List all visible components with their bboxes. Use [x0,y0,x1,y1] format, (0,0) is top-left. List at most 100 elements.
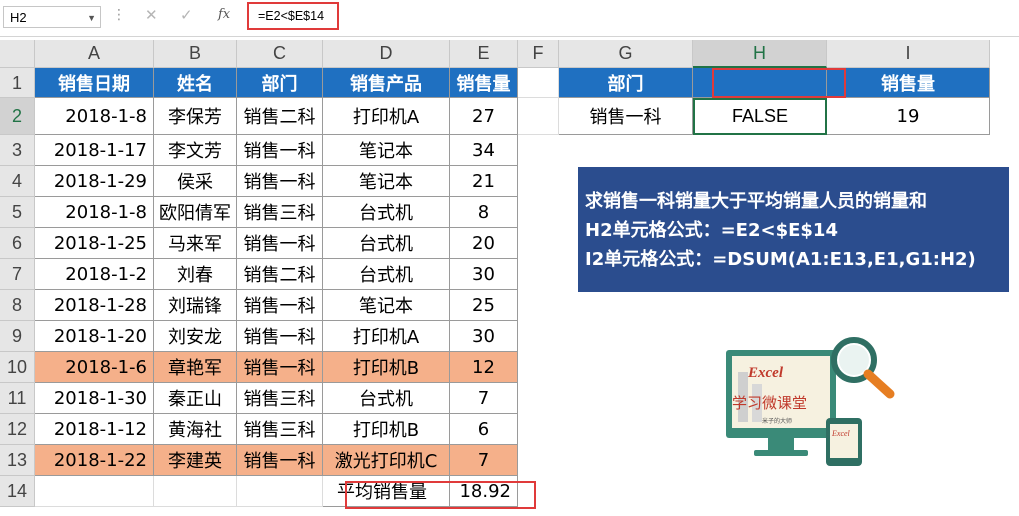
table-cell[interactable]: 销售二科 [237,98,323,135]
table-cell[interactable]: 7 [450,383,518,414]
table-cell[interactable]: 打印机B [323,414,450,445]
table-cell[interactable]: 销售一科 [237,290,323,321]
column-header-h[interactable]: H [693,40,827,68]
column-header-a[interactable]: A [35,40,154,68]
table-cell[interactable]: 销售一科 [237,352,323,383]
table-cell[interactable]: 6 [450,414,518,445]
table-cell[interactable]: 台式机 [323,259,450,290]
row-header-9[interactable]: 9 [0,321,35,352]
select-all-corner[interactable] [0,40,35,68]
table-cell[interactable]: 2018-1-8 [35,197,154,228]
criteria-value-cell[interactable]: 销售一科 [559,98,693,135]
table-cell[interactable]: 笔记本 [323,166,450,197]
column-header-g[interactable]: G [559,40,693,68]
table-cell[interactable]: 侯采 [154,166,237,197]
table-cell[interactable]: 销售三科 [237,414,323,445]
table-cell[interactable]: 2018-1-25 [35,228,154,259]
row-header-11[interactable]: 11 [0,383,35,414]
table-cell[interactable]: 34 [450,135,518,166]
table-cell[interactable]: 2018-1-22 [35,445,154,476]
table-cell[interactable]: 2018-1-2 [35,259,154,290]
table-cell[interactable]: 30 [450,259,518,290]
row-header-8[interactable]: 8 [0,290,35,321]
table-cell[interactable]: 8 [450,197,518,228]
table-cell[interactable]: 20 [450,228,518,259]
table-cell[interactable]: 2018-1-20 [35,321,154,352]
table-header-cell[interactable]: 销售日期 [35,68,154,98]
row-header-4[interactable]: 4 [0,166,35,197]
table-cell[interactable]: 刘春 [154,259,237,290]
table-cell[interactable]: 销售二科 [237,259,323,290]
table-cell[interactable]: 台式机 [323,228,450,259]
active-cell-h2[interactable]: FALSE [693,98,827,135]
table-cell[interactable]: 章艳军 [154,352,237,383]
table-header-cell[interactable]: 销售量 [450,68,518,98]
table-cell[interactable]: 笔记本 [323,290,450,321]
column-header-i[interactable]: I [827,40,990,68]
table-cell[interactable]: 2018-1-29 [35,166,154,197]
table-cell[interactable]: 30 [450,321,518,352]
row-header-2[interactable]: 2 [0,98,35,135]
table-cell[interactable]: 刘瑞锋 [154,290,237,321]
table-cell[interactable]: 2018-1-12 [35,414,154,445]
row-header-1[interactable]: 1 [0,68,35,98]
table-cell[interactable]: 2018-1-8 [35,98,154,135]
formula-input[interactable]: =E2<$E$14 [247,2,339,30]
insert-function-icon[interactable]: fx [218,7,230,22]
table-cell[interactable]: 欧阳倩军 [154,197,237,228]
column-header-f[interactable]: F [518,40,559,68]
empty-cell[interactable] [35,476,154,507]
table-cell[interactable]: 7 [450,445,518,476]
column-header-d[interactable]: D [323,40,450,68]
table-cell[interactable]: 打印机A [323,321,450,352]
table-cell[interactable]: 27 [450,98,518,135]
table-cell[interactable]: 秦正山 [154,383,237,414]
table-cell[interactable]: 2018-1-30 [35,383,154,414]
criteria-value-cell[interactable]: 19 [827,98,990,135]
table-cell[interactable]: 台式机 [323,383,450,414]
table-cell[interactable]: 销售三科 [237,383,323,414]
table-cell[interactable]: 李文芳 [154,135,237,166]
table-cell[interactable]: 销售三科 [237,197,323,228]
table-cell[interactable]: 打印机A [323,98,450,135]
empty-cell[interactable] [154,476,237,507]
row-header-5[interactable]: 5 [0,197,35,228]
name-box[interactable]: H2 ▼ [3,6,101,28]
criteria-header-cell[interactable]: 部门 [559,68,693,98]
table-cell[interactable]: 销售一科 [237,228,323,259]
row-header-3[interactable]: 3 [0,135,35,166]
row-header-7[interactable]: 7 [0,259,35,290]
table-cell[interactable]: 25 [450,290,518,321]
row-header-13[interactable]: 13 [0,445,35,476]
table-cell[interactable]: 2018-1-28 [35,290,154,321]
table-cell[interactable]: 黄海社 [154,414,237,445]
table-cell[interactable]: 激光打印机C [323,445,450,476]
criteria-header-cell[interactable]: 销售量 [827,68,990,98]
empty-cell[interactable] [518,98,559,135]
table-cell[interactable]: 销售一科 [237,166,323,197]
row-header-10[interactable]: 10 [0,352,35,383]
table-cell[interactable]: 销售一科 [237,321,323,352]
row-header-6[interactable]: 6 [0,228,35,259]
row-header-14[interactable]: 14 [0,476,35,507]
table-cell[interactable]: 打印机B [323,352,450,383]
chevron-down-icon[interactable]: ▼ [87,7,96,29]
table-cell[interactable]: 2018-1-17 [35,135,154,166]
table-cell[interactable]: 2018-1-6 [35,352,154,383]
column-header-b[interactable]: B [154,40,237,68]
table-cell[interactable]: 笔记本 [323,135,450,166]
confirm-icon[interactable]: ✓ [180,6,193,24]
table-cell[interactable]: 销售一科 [237,135,323,166]
cancel-icon[interactable]: ✕ [145,6,158,24]
table-cell[interactable]: 台式机 [323,197,450,228]
table-cell[interactable]: 12 [450,352,518,383]
table-cell[interactable]: 李建英 [154,445,237,476]
column-header-e[interactable]: E [450,40,518,68]
table-cell[interactable]: 李保芳 [154,98,237,135]
table-cell[interactable]: 销售一科 [237,445,323,476]
empty-cell[interactable] [237,476,323,507]
empty-cell[interactable] [518,68,559,98]
table-header-cell[interactable]: 销售产品 [323,68,450,98]
table-cell[interactable]: 刘安龙 [154,321,237,352]
table-cell[interactable]: 21 [450,166,518,197]
